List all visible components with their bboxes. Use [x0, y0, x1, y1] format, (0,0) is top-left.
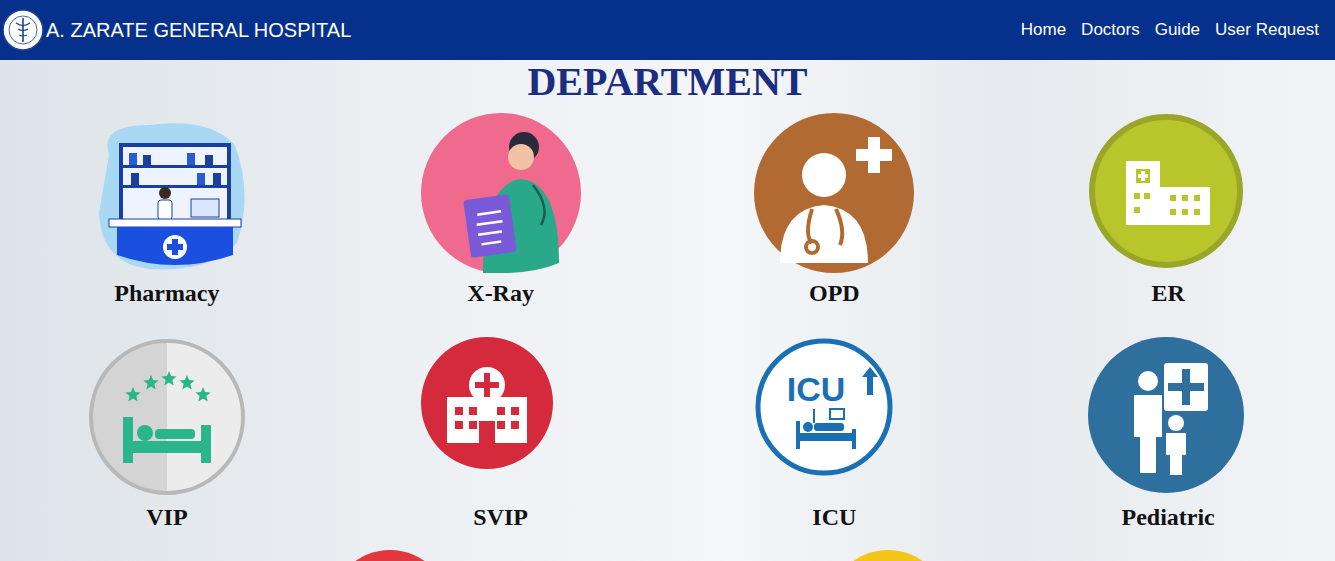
department-grid: Pharmacy X-Ray OPD ER VIP SVIP ICU ICU Pediatric: [0, 113, 1335, 531]
brand-name: A. ZARATE GENERAL HOSPITAL: [46, 17, 351, 43]
hospital-seal-icon: [2, 9, 44, 51]
pediatric-department-icon[interactable]: [1085, 337, 1251, 497]
department-label[interactable]: SVIP: [473, 503, 528, 531]
department-label[interactable]: Pharmacy: [114, 279, 219, 307]
section-title: DEPARTMENT: [0, 60, 1335, 104]
department-card[interactable]: VIP: [0, 337, 334, 531]
department-card[interactable]: Pharmacy: [0, 113, 334, 307]
department-section: DEPARTMENT PharmacyX-RayOPDERVIPSVIPICUI…: [0, 60, 1335, 561]
nav-link[interactable]: User Request: [1215, 18, 1319, 42]
department-card[interactable]: OPD: [668, 113, 1002, 307]
nav-link[interactable]: Home: [1021, 18, 1066, 42]
department-icon-partial[interactable]: [330, 550, 450, 561]
icu-icon-label: ICU: [787, 370, 846, 408]
icu-department-icon[interactable]: ICU: [751, 337, 917, 497]
department-label[interactable]: ER: [1151, 279, 1184, 307]
department-card[interactable]: SVIP: [334, 337, 668, 531]
main-nav: Home Doctors Guide User Request: [1021, 18, 1319, 42]
brand[interactable]: A. ZARATE GENERAL HOSPITAL: [2, 9, 351, 51]
department-label[interactable]: VIP: [146, 503, 187, 531]
er-department-icon[interactable]: [1085, 113, 1251, 273]
department-card[interactable]: ER: [1001, 113, 1335, 307]
department-label[interactable]: ICU: [812, 503, 856, 531]
department-label[interactable]: OPD: [809, 279, 860, 307]
top-navbar: A. ZARATE GENERAL HOSPITAL Home Doctors Gu…: [0, 0, 1335, 60]
x-ray-department-icon[interactable]: [418, 113, 584, 273]
svip-department-icon[interactable]: [418, 337, 584, 497]
department-label[interactable]: X-Ray: [467, 279, 534, 307]
department-card[interactable]: X-Ray: [334, 113, 668, 307]
vip-department-icon[interactable]: [84, 337, 250, 497]
nav-link[interactable]: Doctors: [1081, 18, 1140, 42]
department-card[interactable]: Pediatric: [1001, 337, 1335, 531]
department-label[interactable]: Pediatric: [1121, 503, 1214, 531]
department-card[interactable]: ICU ICU: [668, 337, 1002, 531]
pharmacy-department-icon[interactable]: [84, 113, 250, 273]
nav-link[interactable]: Guide: [1155, 18, 1200, 42]
opd-department-icon[interactable]: [751, 113, 917, 273]
department-icon-partial[interactable]: [828, 550, 948, 561]
